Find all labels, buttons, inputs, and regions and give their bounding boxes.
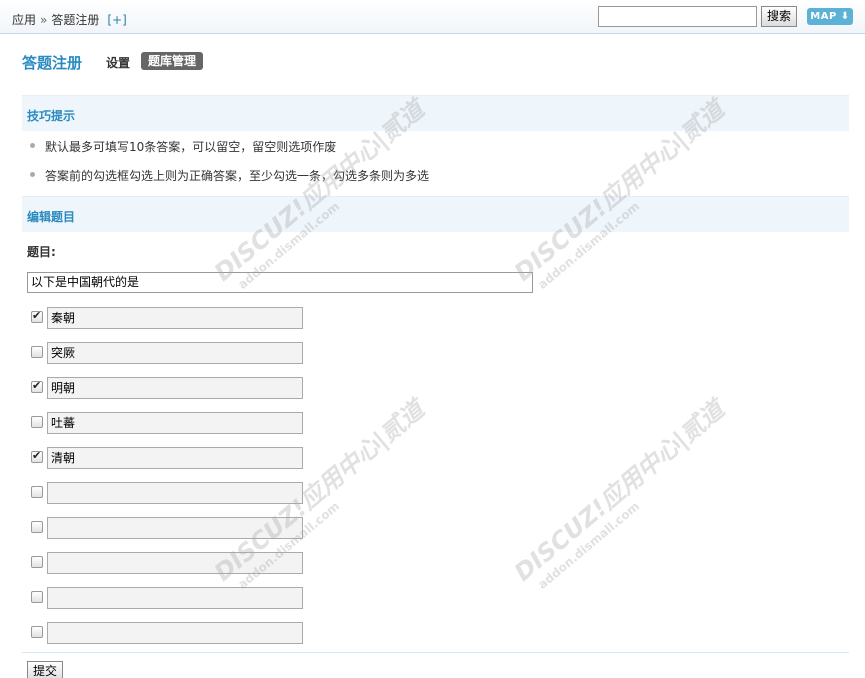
correct-checkbox[interactable] xyxy=(31,521,43,533)
breadcrumb-root[interactable]: 应用 xyxy=(12,13,36,27)
correct-checkbox[interactable] xyxy=(31,449,43,463)
answer-input[interactable]: 秦朝 xyxy=(47,307,303,329)
correct-checkbox[interactable] xyxy=(31,379,43,393)
tip-text: 答案前的勾选框勾选上则为正确答案，至少勾选一条，勾选多条则为多选 xyxy=(45,169,430,183)
answer-input[interactable] xyxy=(47,552,303,574)
divider xyxy=(22,652,849,653)
edit-header-label: 编辑题目 xyxy=(27,210,76,224)
answer-input[interactable]: 突厥 xyxy=(47,342,303,364)
tips-header-label: 技巧提示 xyxy=(27,109,76,123)
answer-row: 秦朝 xyxy=(31,307,311,329)
watermark: DISCUZ!应用中心|贰道 addon.dismall.com xyxy=(505,391,739,598)
answer-row: 突厥 xyxy=(31,342,311,364)
tab-question-bank[interactable]: 题库管理 xyxy=(141,52,204,70)
answer-row xyxy=(31,517,311,539)
search-input[interactable] xyxy=(598,6,757,27)
answer-row: 吐蕃 xyxy=(31,412,311,434)
breadcrumb: 应用 » 答题注册 [+] xyxy=(12,11,127,28)
answer-input[interactable]: 吐蕃 xyxy=(47,412,303,434)
submit-button[interactable]: 提交 xyxy=(27,661,63,678)
tip-text: 默认最多可填写10条答案，可以留空，留空则选项作废 xyxy=(45,140,337,154)
answer-input[interactable] xyxy=(47,517,303,539)
top-bar: 应用 » 答题注册 [+] 搜索 MAP ⬇ xyxy=(0,0,865,34)
correct-checkbox[interactable] xyxy=(31,486,43,498)
correct-checkbox[interactable] xyxy=(31,626,43,638)
add-shortcut-link[interactable]: [+] xyxy=(107,13,126,27)
map-button[interactable]: MAP ⬇ xyxy=(807,8,853,25)
answer-row xyxy=(31,622,311,644)
bullet-icon xyxy=(30,172,35,177)
answer-row: 清朝 xyxy=(31,447,311,469)
tips-section-header: 技巧提示 xyxy=(22,95,849,131)
question-input[interactable]: 以下是中国朝代的是 xyxy=(27,272,533,293)
watermark-url: addon.dismall.com xyxy=(535,498,643,592)
correct-checkbox[interactable] xyxy=(31,346,43,358)
edit-section-header: 编辑题目 xyxy=(22,196,849,232)
answer-input[interactable] xyxy=(47,482,303,504)
answer-row: 明朝 xyxy=(31,377,311,399)
tip-item: 答案前的勾选框勾选上则为正确答案，至少勾选一条，勾选多条则为多选 xyxy=(30,167,429,184)
answer-input[interactable]: 清朝 xyxy=(47,447,303,469)
answer-row xyxy=(31,552,311,574)
page-title: 答题注册 xyxy=(22,54,83,72)
answer-input[interactable] xyxy=(47,587,303,609)
correct-checkbox[interactable] xyxy=(31,556,43,568)
question-label: 题目: xyxy=(27,245,56,259)
watermark-brand: DISCUZ!应用中心|贰道 xyxy=(509,395,730,587)
bullet-icon xyxy=(30,143,35,148)
breadcrumb-current[interactable]: 答题注册 xyxy=(51,13,99,27)
correct-checkbox[interactable] xyxy=(31,591,43,603)
breadcrumb-arrow: » xyxy=(40,13,48,27)
tab-settings[interactable]: 设置 xyxy=(106,54,130,71)
answer-row xyxy=(31,482,311,504)
tip-item: 默认最多可填写10条答案，可以留空，留空则选项作废 xyxy=(30,138,336,155)
answer-input[interactable] xyxy=(47,622,303,644)
search-button[interactable]: 搜索 xyxy=(761,6,797,27)
answer-row xyxy=(31,587,311,609)
correct-checkbox[interactable] xyxy=(31,416,43,428)
answer-input[interactable]: 明朝 xyxy=(47,377,303,399)
correct-checkbox[interactable] xyxy=(31,309,43,323)
